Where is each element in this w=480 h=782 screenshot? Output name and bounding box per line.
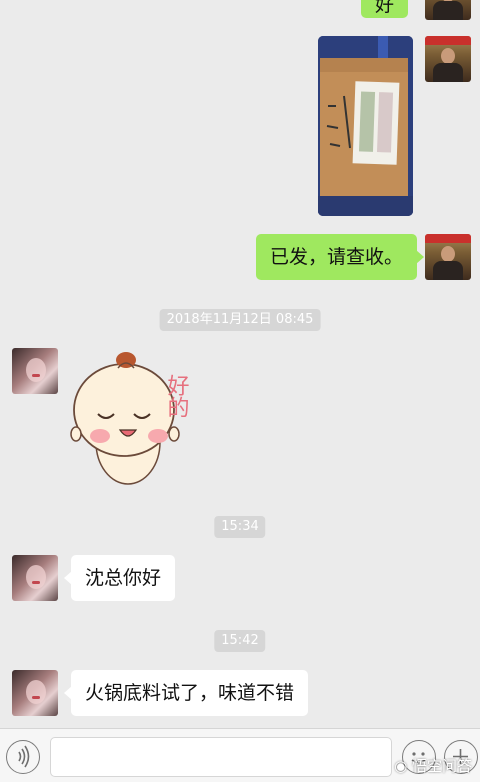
watermark: ◉ 悟空问答 [394,755,472,776]
message-text: 好 [375,0,395,16]
message-bubble-sent[interactable]: 已发，请查收。 [256,234,425,280]
image-message-box-photo[interactable] [318,36,413,216]
voice-icon [18,745,30,768]
avatar-contact[interactable] [12,348,58,394]
timestamp: 15:34 [214,516,266,538]
camera-icon: ◉ [394,757,408,775]
sticker-message[interactable]: 好的 [68,344,218,489]
message-bubble-received[interactable]: 火锅底料试了，味道不错 [63,670,309,716]
avatar-self[interactable] [425,234,471,280]
timestamp: 15:42 [214,630,266,652]
sticker-text: 好的 [164,374,190,418]
avatar-contact[interactable] [12,555,58,601]
watermark-text: 悟空问答 [411,757,472,775]
avatar-contact[interactable] [12,670,58,716]
message-bubble-sent-partial[interactable]: 好 [361,0,409,18]
avatar-self[interactable] [425,0,471,20]
baby-sticker-icon: 好的 [70,352,190,485]
message-text: 沈总你好 [85,567,162,589]
message-text: 已发，请查收。 [270,246,404,268]
voice-button[interactable] [6,740,40,774]
box-photo-image [318,36,413,216]
timestamp: 2018年11月12日 08:45 [159,309,321,331]
message-bubble-received[interactable]: 沈总你好 [63,555,176,601]
message-input[interactable] [50,737,392,777]
avatar-self[interactable] [425,36,471,82]
message-text: 火锅底料试了，味道不错 [85,682,295,704]
